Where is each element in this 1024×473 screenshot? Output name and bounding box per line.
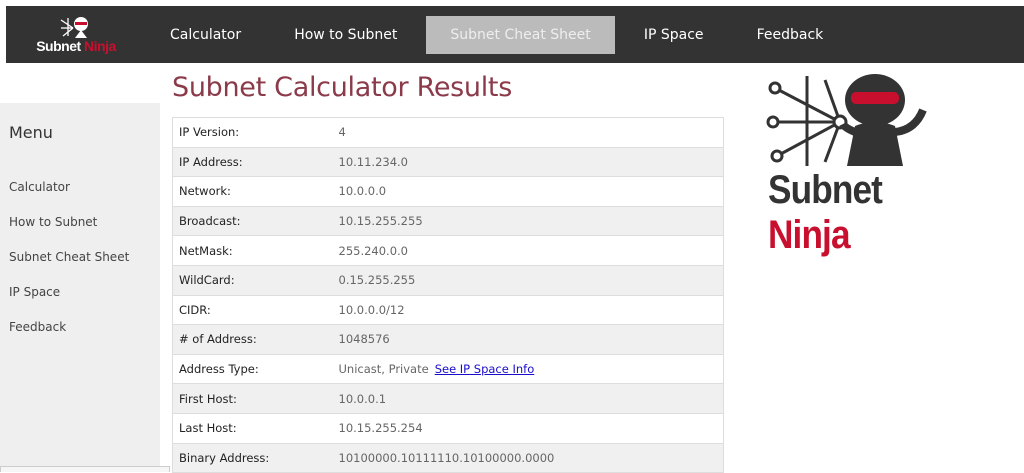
row-value: 10.0.0.0/12: [338, 294, 724, 325]
table-row: Binary Address: 10100000.10111110.1010000…: [172, 442, 724, 473]
logo-text: Subnet Ninja: [768, 168, 883, 257]
brand-logo[interactable]: Subnet Ninja: [6, 6, 146, 63]
value-text: 10.0.0.0: [338, 184, 387, 199]
main-nav: Calculator How to Subnet Subnet Cheat Sh…: [146, 15, 848, 54]
subnet-ninja-logo: Subnet Ninja: [765, 70, 980, 257]
row-value: 1048576: [338, 324, 724, 355]
ninja-icon: [60, 16, 88, 38]
row-value: 10.15.255.254: [338, 412, 724, 444]
nav-how-to-subnet[interactable]: How to Subnet: [270, 16, 421, 54]
row-label: Address Type:: [172, 353, 339, 384]
nav-calculator[interactable]: Calculator: [146, 16, 265, 54]
table-row: Address Type: Unicast, Private See IP Spac…: [172, 353, 724, 384]
row-value: 10.0.0.0: [338, 176, 724, 207]
table-row: Last Host: 10.15.255.254: [172, 412, 724, 444]
sidebar-item-how-to-subnet[interactable]: How to Subnet: [0, 212, 160, 247]
value-text: 10.11.234.0: [338, 154, 409, 169]
table-row: First Host: 10.0.0.1: [172, 383, 724, 414]
table-row: CIDR: 10.0.0.0/12: [172, 294, 724, 325]
sidebar: Menu Calculator How to Subnet Subnet Che…: [0, 103, 160, 472]
results-table: IP Version: 4 IP Address: 10.11.234.0 Networ…: [172, 117, 724, 473]
sidebar-item-feedback[interactable]: Feedback: [0, 317, 160, 352]
row-label: IP Version:: [172, 117, 339, 148]
ip-space-info-link[interactable]: See IP Space Info: [435, 362, 535, 376]
value-text: 10.0.0.1: [338, 391, 387, 406]
row-value: 10.0.0.1: [338, 383, 724, 414]
row-label: First Host:: [172, 383, 339, 414]
row-label: WildCard:: [172, 264, 339, 296]
table-row: Broadcast: 10.15.255.255: [172, 205, 724, 236]
row-label: Binary Address:: [172, 442, 339, 473]
page-title: Subnet Calculator Results: [172, 72, 512, 103]
table-row: IP Address: 10.11.234.0: [172, 146, 724, 177]
sidebar-item-ip-space[interactable]: IP Space: [0, 282, 160, 317]
row-value: 4: [338, 117, 724, 148]
value-text: 10.15.255.254: [338, 421, 423, 436]
row-value: 0.15.255.255: [338, 264, 724, 296]
row-label: Broadcast:: [172, 205, 339, 236]
brand-text: Subnet Ninja: [36, 37, 116, 54]
row-value: 255.240.0.0: [338, 235, 724, 266]
horizontal-scrollbar[interactable]: [0, 466, 170, 472]
value-text: 0.15.255.255: [338, 273, 416, 288]
value-text: 10.15.255.255: [338, 214, 423, 229]
sidebar-title: Menu: [9, 123, 53, 142]
row-label: # of Address:: [172, 324, 339, 355]
row-label: IP Address:: [172, 146, 339, 177]
sidebar-item-subnet-cheat-sheet[interactable]: Subnet Cheat Sheet: [0, 247, 160, 282]
table-row: # of Address: 1048576: [172, 324, 724, 355]
row-label: Network:: [172, 176, 339, 207]
value-text: 255.240.0.0: [338, 243, 409, 258]
value-text: 10100000.10111110.10100000.0000: [338, 450, 555, 465]
value-text: 1048576: [338, 332, 390, 347]
sidebar-item-calculator[interactable]: Calculator: [0, 177, 160, 212]
nav-subnet-cheat-sheet[interactable]: Subnet Cheat Sheet: [426, 15, 615, 54]
row-label: CIDR:: [172, 294, 339, 325]
row-value: 10.11.234.0: [338, 146, 724, 177]
row-value: 10100000.10111110.10100000.0000: [338, 442, 724, 473]
table-row: IP Version: 4: [172, 117, 724, 148]
row-value: Unicast, Private See IP Space Info: [338, 353, 724, 384]
row-label: Last Host:: [172, 412, 339, 444]
table-row: WildCard: 0.15.255.255: [172, 264, 724, 296]
row-label: NetMask:: [172, 235, 339, 266]
nav-ip-space[interactable]: IP Space: [620, 16, 728, 54]
value-text: Unicast, Private: [338, 362, 429, 377]
row-value: 10.15.255.255: [338, 205, 724, 236]
value-text: 4: [338, 125, 346, 140]
table-row: NetMask: 255.240.0.0: [172, 235, 724, 266]
ninja-mascot-icon: [766, 74, 927, 166]
table-row: Network: 10.0.0.0: [172, 176, 724, 207]
top-nav-bar: Subnet Ninja Calculator How to Subnet Su…: [6, 6, 1024, 63]
nav-feedback[interactable]: Feedback: [733, 16, 848, 54]
value-text: 10.0.0.0/12: [338, 302, 405, 317]
